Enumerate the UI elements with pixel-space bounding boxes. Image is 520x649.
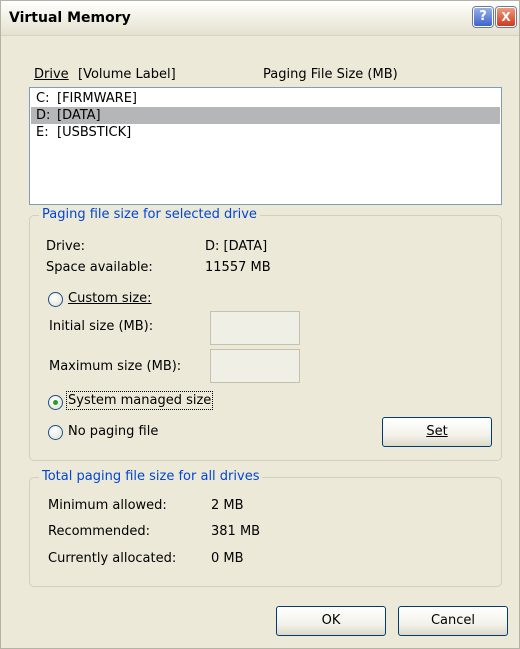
volume-label: [FIRMWARE]: [57, 91, 137, 106]
cancel-button[interactable]: Cancel: [398, 606, 508, 636]
title-bar[interactable]: Virtual Memory ? X: [1, 1, 519, 36]
ok-button[interactable]: OK: [276, 606, 386, 636]
custom-size-label-text: Custom size:: [68, 291, 152, 306]
set-button-label: Set: [426, 424, 448, 439]
drive-letter: E:: [36, 125, 49, 140]
system-managed-radio[interactable]: [48, 395, 63, 410]
paging-file-size-column-header: Paging File Size (MB): [263, 67, 398, 82]
system-managed-label[interactable]: System managed size: [65, 391, 214, 410]
selected-drive-group-legend: Paging file size for selected drive: [39, 207, 260, 222]
no-paging-file-radio[interactable]: [48, 425, 63, 440]
initial-size-field[interactable]: [210, 311, 300, 345]
currently-allocated-value: 0 MB: [211, 551, 244, 566]
drive-row-e[interactable]: E: [USBSTICK]: [31, 124, 500, 141]
minimum-allowed-label: Minimum allowed:: [48, 498, 167, 513]
recommended-value: 381 MB: [211, 524, 261, 539]
recommended-label: Recommended:: [48, 524, 150, 539]
minimum-allowed-value: 2 MB: [211, 498, 244, 513]
drive-row-d[interactable]: D: [DATA]: [31, 107, 500, 124]
radio-selected-dot: [53, 400, 58, 405]
space-available-value: 11557 MB: [205, 260, 271, 275]
volume-label: [DATA]: [57, 108, 101, 123]
window-title: Virtual Memory: [9, 10, 131, 26]
custom-size-radio[interactable]: [48, 292, 63, 307]
help-button[interactable]: ?: [473, 7, 493, 27]
drive-header-text: Drive: [34, 67, 69, 82]
drive-letter: D:: [36, 108, 51, 123]
space-available-label: Space available:: [46, 260, 153, 275]
drive-label: Drive:: [46, 239, 86, 254]
maximum-size-field[interactable]: [210, 349, 300, 383]
virtual-memory-dialog: Virtual Memory ? X Drive [Volume Label] …: [0, 0, 520, 649]
help-icon: ?: [479, 9, 487, 24]
drive-value: D: [DATA]: [205, 239, 268, 254]
close-button[interactable]: X: [496, 7, 516, 27]
drive-row-c[interactable]: C: [FIRMWARE]: [31, 90, 500, 107]
custom-size-label[interactable]: Custom size:: [68, 291, 152, 306]
no-paging-file-label[interactable]: No paging file: [68, 424, 158, 439]
maximum-size-label: Maximum size (MB):: [49, 359, 182, 374]
drive-list[interactable]: C: [FIRMWARE] D: [DATA] E: [USBSTICK]: [29, 87, 502, 205]
drive-column-header: Drive: [34, 67, 69, 82]
volume-label-column-header: [Volume Label]: [78, 67, 176, 82]
volume-label: [USBSTICK]: [57, 125, 132, 140]
set-button[interactable]: Set: [382, 417, 492, 447]
close-icon: X: [501, 10, 511, 24]
currently-allocated-label: Currently allocated:: [48, 551, 177, 566]
drive-letter: C:: [36, 91, 50, 106]
total-paging-group-legend: Total paging file size for all drives: [39, 469, 263, 484]
initial-size-label: Initial size (MB):: [49, 319, 154, 334]
